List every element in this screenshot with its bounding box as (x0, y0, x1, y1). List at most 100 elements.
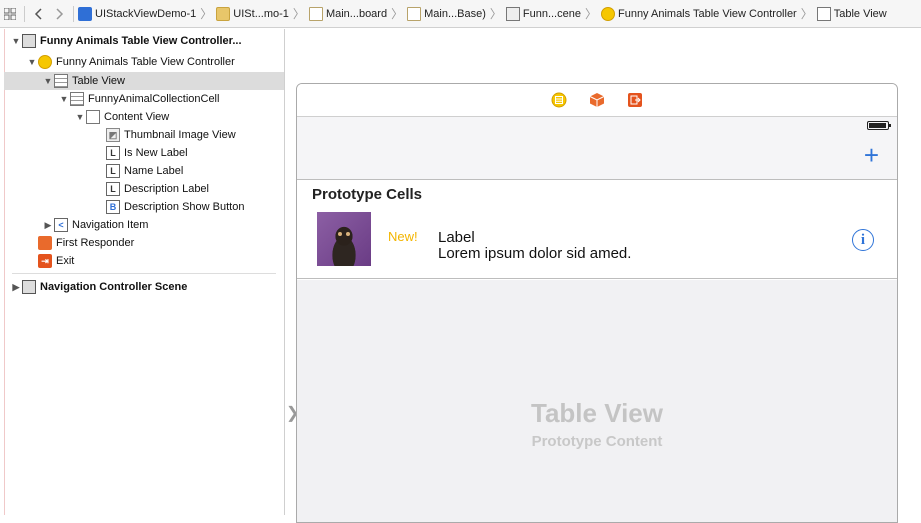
status-bar (297, 117, 897, 133)
related-items-grid-icon[interactable] (0, 0, 20, 27)
add-button[interactable]: + (864, 142, 879, 168)
disclosure-open-icon[interactable]: ▼ (10, 36, 22, 46)
crumb-project[interactable]: UIStackViewDemo-1 〉 (78, 0, 216, 27)
segue-arrow-icon[interactable]: ❯ (286, 403, 299, 423)
disclosure-open-icon[interactable]: ▼ (26, 57, 38, 67)
chevron-right-icon: 〉 (584, 7, 597, 21)
toolbar-divider (24, 5, 25, 22)
disclosure-closed-icon[interactable]: ▶ (42, 220, 54, 231)
outline-item-scene[interactable]: ▼ Funny Animals Table View Controller... (10, 32, 242, 50)
scene-dock (297, 84, 897, 117)
project-icon (78, 6, 92, 21)
chevron-left-icon[interactable] (29, 0, 49, 27)
button-icon: B (106, 200, 120, 214)
crumb-scene[interactable]: Funn...cene 〉 (505, 0, 601, 27)
navigation-item-icon: < (54, 218, 68, 232)
storyboard-icon (308, 6, 323, 21)
jump-bar: UIStackViewDemo-1 〉 UISt...mo-1 〉 Main..… (0, 0, 921, 28)
storyboard-icon (407, 6, 422, 21)
navigation-bar[interactable]: + (297, 133, 897, 180)
outline-label: Navigation Controller Scene (40, 281, 188, 293)
view-controller-scene[interactable]: + Prototype Cells New! Label Lorem ipsum… (296, 83, 898, 523)
outline-label: Table View (72, 75, 125, 87)
thumbnail-detail (338, 232, 342, 236)
outline-item-description-button[interactable]: B Description Show Button (94, 198, 244, 216)
thumbnail-image[interactable] (317, 212, 371, 266)
crumb-label: Table View (833, 7, 887, 20)
label-icon: L (106, 146, 120, 160)
info-button[interactable]: i (852, 229, 874, 251)
outline-label: FunnyAnimalCollectionCell (88, 93, 220, 105)
outline-item-navigation-scene[interactable]: ▶ Navigation Controller Scene (10, 278, 187, 296)
view-controller-icon[interactable] (551, 92, 567, 108)
disclosure-open-icon[interactable]: ▼ (42, 76, 54, 86)
outline-label: Description Label (124, 183, 209, 195)
disclosure-closed-icon[interactable]: ▶ (10, 282, 22, 293)
scene-icon (22, 34, 36, 48)
outline-item-thumbnail[interactable]: ◩ Thumbnail Image View (94, 126, 236, 144)
outline-item-description-label[interactable]: L Description Label (94, 180, 209, 198)
chevron-right-icon[interactable] (49, 0, 69, 27)
scene-icon (22, 280, 36, 294)
outline-item-table-view[interactable]: ▼ Table View (4, 72, 284, 90)
document-outline: ▼ Funny Animals Table View Controller...… (0, 29, 285, 515)
outline-item-content-view[interactable]: ▼ Content View (74, 108, 169, 126)
first-responder-icon (38, 236, 52, 250)
exit-icon[interactable] (627, 92, 643, 108)
crumb-storyboard[interactable]: Main...board 〉 (308, 0, 407, 27)
chevron-right-icon: 〉 (391, 7, 404, 21)
crumb-label: Funn...cene (522, 7, 581, 20)
table-view-subtitle: Prototype Content (531, 433, 663, 450)
outline-item-view-controller[interactable]: ▼ Funny Animals Table View Controller (26, 53, 235, 71)
chevron-right-icon: 〉 (292, 7, 305, 21)
crumb-label: UISt...mo-1 (233, 7, 289, 20)
label-icon: L (106, 164, 120, 178)
disclosure-open-icon[interactable]: ▼ (74, 112, 86, 122)
outline-item-table-cell[interactable]: ▼ FunnyAnimalCollectionCell (58, 90, 219, 108)
crumb-label: Main...board (325, 7, 388, 20)
prototype-cell[interactable]: New! Label Lorem ipsum dolor sid amed. i (297, 208, 897, 279)
outline-item-name-label[interactable]: L Name Label (94, 162, 183, 180)
view-controller-icon (38, 55, 52, 69)
crumb-label: UIStackViewDemo-1 (95, 7, 197, 20)
toolbar-divider (73, 5, 74, 22)
table-view-body[interactable]: Table View Prototype Content (297, 280, 897, 522)
outline-item-first-responder[interactable]: First Responder (26, 234, 134, 252)
description-label[interactable]: Lorem ipsum dolor sid amed. (438, 245, 631, 262)
view-controller-icon (600, 6, 615, 21)
crumb-view-controller[interactable]: Funny Animals Table View Controller 〉 (600, 0, 817, 27)
outline-label: Funny Animals Table View Controller... (40, 35, 242, 47)
outline-label: Is New Label (124, 147, 188, 159)
battery-icon (867, 121, 891, 130)
chevron-right-icon: 〉 (489, 7, 502, 21)
storyboard-canvas[interactable]: ❯ + Prototype Cells New! Label Lorem ips… (286, 29, 921, 523)
first-responder-icon[interactable] (589, 92, 605, 108)
outline-item-is-new-label[interactable]: L Is New Label (94, 144, 188, 162)
thumbnail-detail (346, 232, 350, 236)
is-new-label[interactable]: New! (388, 229, 418, 244)
chevron-right-icon: 〉 (800, 7, 813, 21)
crumb-folder[interactable]: UISt...mo-1 〉 (216, 0, 309, 27)
outline-label: Name Label (124, 165, 184, 177)
exit-icon: ⇥ (38, 254, 52, 268)
crumb-table-view[interactable]: Table View (816, 0, 887, 27)
scene-divider (12, 273, 276, 274)
disclosure-open-icon[interactable]: ▼ (58, 94, 70, 104)
folder-icon (216, 6, 231, 21)
chevron-right-icon: 〉 (200, 7, 213, 21)
outline-label: Navigation Item (72, 219, 149, 231)
table-view-title: Table View (531, 398, 663, 428)
prototype-cells-header: Prototype Cells (297, 180, 897, 208)
outline-item-navigation-item[interactable]: ▶ < Navigation Item (42, 216, 148, 234)
table-cell-icon (70, 92, 84, 106)
name-label[interactable]: Label (438, 229, 475, 246)
scene-icon (505, 6, 520, 21)
table-view-icon (54, 74, 68, 88)
outline-item-exit[interactable]: ⇥ Exit (26, 252, 74, 270)
outline-label: First Responder (56, 237, 135, 249)
crumb-label: Main...Base) (424, 7, 486, 20)
outline-label: Thumbnail Image View (124, 129, 236, 141)
outline-label: Description Show Button (124, 201, 245, 213)
label-icon: L (106, 182, 120, 196)
crumb-storyboard-base[interactable]: Main...Base) 〉 (407, 0, 506, 27)
